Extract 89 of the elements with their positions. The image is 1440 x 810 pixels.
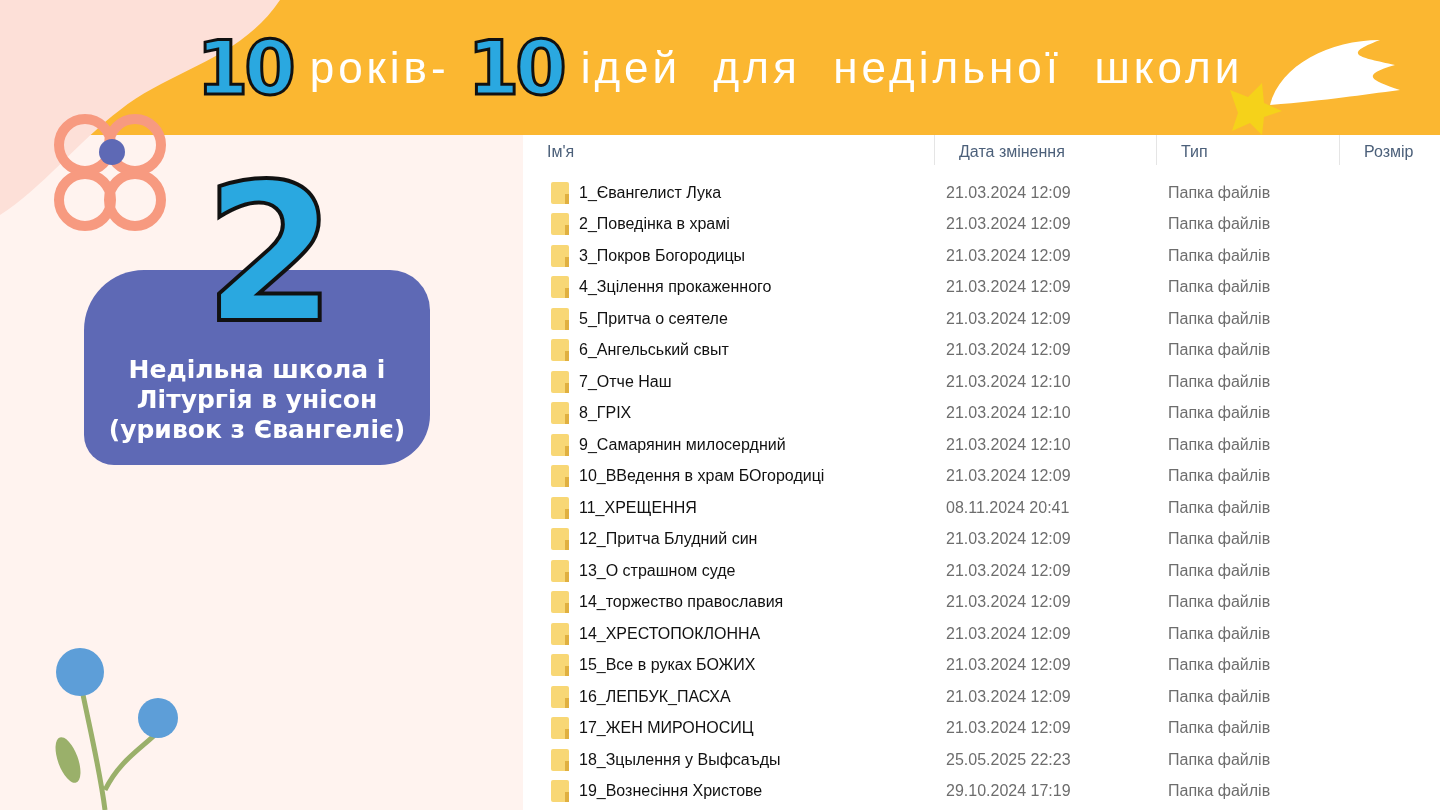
folder-name[interactable]: 3_Покров Богородицы	[579, 246, 746, 265]
file-type: Папка файлів	[1167, 498, 1272, 517]
file-type: Папка файлів	[1167, 183, 1272, 202]
file-type: Папка файлів	[1167, 624, 1272, 643]
modified-date: 21.03.2024 12:09	[945, 530, 1072, 549]
column-header[interactable]: Тип	[1157, 135, 1340, 165]
folder-icon	[551, 559, 569, 582]
folder-name[interactable]: 12_Притча Блудний син	[579, 530, 758, 549]
file-type: Папка файлів	[1167, 372, 1272, 391]
folder-icon	[551, 685, 569, 708]
file-type: Папка файлів	[1167, 593, 1272, 612]
file-type: Папка файлів	[1167, 404, 1272, 423]
title-text: років-	[309, 45, 450, 90]
folder-icon	[551, 622, 569, 645]
folder-icon	[551, 780, 569, 803]
file-type: Папка файлів	[1167, 750, 1272, 769]
modified-date: 21.03.2024 12:10	[945, 372, 1072, 391]
file-type: Папка файлів	[1167, 656, 1272, 675]
modified-date: 21.03.2024 12:09	[945, 687, 1072, 706]
modified-date: 21.03.2024 12:09	[945, 467, 1072, 486]
folder-name[interactable]: 18_Зцылення у Выфсаъды	[579, 750, 781, 769]
modified-date: 08.11.2024 20:41	[945, 498, 1071, 517]
folder-icon	[551, 307, 569, 330]
folder-name[interactable]: 6_Ангельський свыт	[579, 341, 729, 360]
title-text: ідей для недільної школи	[580, 45, 1244, 90]
lesson-caption: Недільна школа і Літургія в унісон (уривок з Євангеліє)	[107, 355, 407, 445]
folder-name[interactable]: 1_Євангелист Лука	[579, 183, 722, 202]
modified-date: 21.03.2024 12:09	[945, 719, 1072, 738]
column-header[interactable]: Ім'я	[523, 135, 935, 165]
modified-date: 21.03.2024 12:09	[945, 183, 1072, 202]
file-type: Папка файлів	[1167, 687, 1272, 706]
folder-name[interactable]: 2_Поведінка в храмі	[579, 215, 730, 234]
folder-name[interactable]: 14_ХРЕСТОПОКЛОННА	[579, 624, 761, 643]
file-type: Папка файлів	[1167, 530, 1272, 549]
folder-name[interactable]: 10_ВВедення в храм БОгородиці	[579, 467, 825, 486]
folder-icon	[551, 528, 569, 551]
folder-icon	[551, 402, 569, 425]
modified-date: 21.03.2024 12:09	[945, 309, 1072, 328]
file-type: Папка файлів	[1167, 719, 1272, 738]
title-number: 10	[196, 30, 292, 105]
folder-icon	[551, 433, 569, 456]
file-type: Папка файлів	[1167, 246, 1272, 265]
modified-date: 21.03.2024 12:09	[945, 561, 1072, 580]
file-type: Папка файлів	[1167, 435, 1272, 454]
folder-name[interactable]: 17_ЖЕН МИРОНОСИЦ	[579, 719, 754, 738]
folder-icon	[551, 465, 569, 488]
file-type: Папка файлів	[1167, 278, 1272, 297]
folder-icon	[551, 244, 569, 267]
modified-date: 21.03.2024 12:10	[945, 435, 1072, 454]
file-type: Папка файлів	[1167, 341, 1272, 360]
folder-icon	[551, 213, 569, 236]
folder-icon	[551, 748, 569, 771]
modified-date: 21.03.2024 12:09	[945, 341, 1072, 360]
modified-date: 21.03.2024 12:09	[945, 278, 1072, 297]
file-type: Папка файлів	[1167, 467, 1272, 486]
folder-name[interactable]: 16_ЛЕПБУК_ПАСХА	[579, 687, 731, 706]
modified-date: 29.10.2024 17:19	[945, 782, 1072, 801]
file-type: Папка файлів	[1167, 782, 1272, 801]
folder-name[interactable]: 14_торжество православия	[579, 593, 784, 612]
file-type: Папка файлів	[1167, 215, 1272, 234]
modified-date: 21.03.2024 12:09	[945, 215, 1072, 234]
modified-date: 21.03.2024 12:09	[945, 246, 1072, 265]
folder-name[interactable]: 11_ХРЕЩЕННЯ	[579, 498, 697, 517]
file-type: Папка файлів	[1167, 561, 1272, 580]
modified-date: 25.05.2025 22:23	[945, 750, 1072, 769]
file-type: Папка файлів	[1167, 309, 1272, 328]
folder-icon	[551, 654, 569, 677]
folder-name[interactable]: 13_О страшном суде	[579, 561, 736, 580]
modified-date: 21.03.2024 12:10	[945, 404, 1072, 423]
title-number: 10	[467, 30, 563, 105]
folder-name[interactable]: 7_Отче Наш	[579, 372, 672, 391]
folder-name[interactable]: 4_Зцілення прокаженного	[579, 278, 772, 297]
folder-name[interactable]: 8_ГРІХ	[579, 404, 632, 423]
folder-name[interactable]: 9_Самарянин милосердний	[579, 435, 786, 454]
column-header[interactable]: Розмір	[1340, 135, 1440, 165]
folder-name[interactable]: 5_Притча о сеятеле	[579, 309, 728, 328]
folder-icon	[551, 717, 569, 740]
modified-date: 21.03.2024 12:09	[945, 656, 1072, 675]
folder-icon	[551, 496, 569, 519]
folder-icon	[551, 591, 569, 614]
folder-name[interactable]: 19_Вознесіння Христове	[579, 782, 763, 801]
folder-icon	[551, 370, 569, 393]
folder-name[interactable]: 15_Все в руках БОЖИХ	[579, 656, 756, 675]
folder-icon	[551, 339, 569, 362]
folder-icon	[551, 276, 569, 299]
folder-icon	[551, 181, 569, 204]
column-header[interactable]: Дата змінення	[935, 135, 1157, 165]
modified-date: 21.03.2024 12:09	[945, 593, 1072, 612]
modified-date: 21.03.2024 12:09	[945, 624, 1072, 643]
